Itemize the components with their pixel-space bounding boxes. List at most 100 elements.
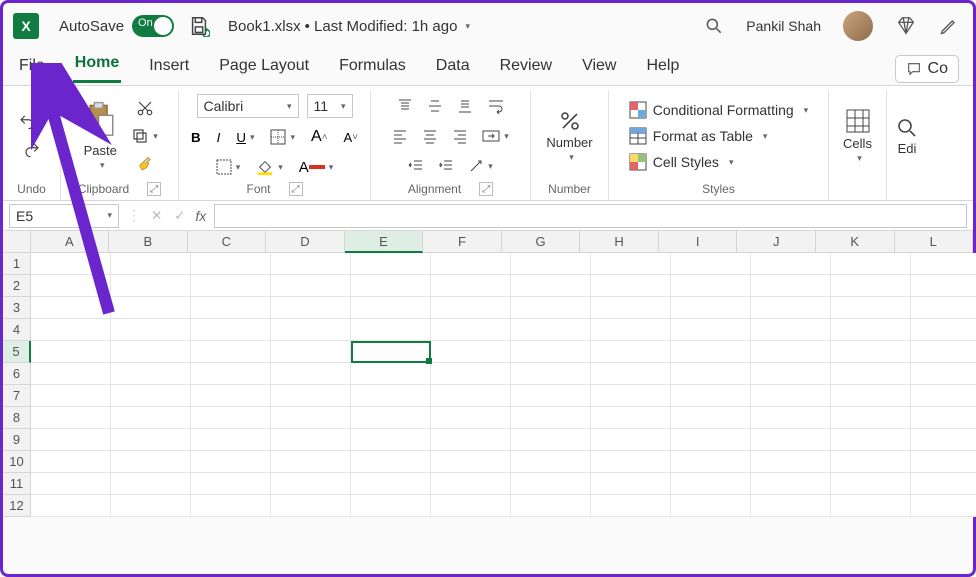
cell[interactable]: [831, 319, 911, 341]
document-title[interactable]: Book1.xlsx • Last Modified: 1h ago ▾: [228, 18, 470, 35]
cell[interactable]: [671, 253, 751, 275]
font-launcher-icon[interactable]: ⤢: [289, 182, 303, 196]
cell[interactable]: [31, 275, 111, 297]
bold-button[interactable]: B: [189, 128, 203, 147]
cell[interactable]: [591, 451, 671, 473]
save-icon[interactable]: [188, 15, 210, 37]
cell[interactable]: [751, 429, 831, 451]
row-header[interactable]: 5: [3, 341, 31, 363]
cell[interactable]: [591, 275, 671, 297]
cell[interactable]: [511, 473, 591, 495]
cell[interactable]: [911, 451, 976, 473]
tab-help[interactable]: Help: [644, 53, 681, 83]
editing-button[interactable]: Edi: [892, 115, 922, 158]
cell[interactable]: [591, 341, 671, 363]
cell[interactable]: [671, 473, 751, 495]
cell[interactable]: [191, 363, 271, 385]
cell[interactable]: [191, 297, 271, 319]
toggle-switch-icon[interactable]: On: [132, 15, 174, 37]
row-header[interactable]: 8: [3, 407, 31, 429]
alignment-launcher-icon[interactable]: ⤢: [479, 182, 493, 196]
cell[interactable]: [511, 407, 591, 429]
cell[interactable]: [591, 495, 671, 517]
cell[interactable]: [511, 451, 591, 473]
merge-button[interactable]: ▾: [480, 126, 511, 146]
cell[interactable]: [751, 407, 831, 429]
increase-indent-button[interactable]: [436, 156, 456, 176]
row-header[interactable]: 7: [3, 385, 31, 407]
row-header[interactable]: 10: [3, 451, 31, 473]
column-header[interactable]: E: [345, 231, 424, 253]
cell[interactable]: [671, 341, 751, 363]
cell[interactable]: [111, 495, 191, 517]
cell[interactable]: [431, 297, 511, 319]
cell[interactable]: [911, 341, 976, 363]
cell[interactable]: [911, 407, 976, 429]
cell[interactable]: [271, 297, 351, 319]
row-header[interactable]: 4: [3, 319, 31, 341]
cell[interactable]: [351, 407, 431, 429]
cell[interactable]: [511, 341, 591, 363]
clipboard-launcher-icon[interactable]: ⤢: [147, 182, 161, 196]
cell[interactable]: [751, 319, 831, 341]
cell[interactable]: [831, 385, 911, 407]
cut-button[interactable]: [134, 97, 156, 119]
cell[interactable]: [671, 407, 751, 429]
cell[interactable]: [911, 429, 976, 451]
align-left-button[interactable]: [390, 126, 410, 146]
cell[interactable]: [671, 429, 751, 451]
cell[interactable]: [671, 451, 751, 473]
cell[interactable]: [351, 253, 431, 275]
tab-data[interactable]: Data: [434, 53, 472, 83]
column-header[interactable]: F: [423, 231, 502, 253]
cell[interactable]: [351, 319, 431, 341]
column-header[interactable]: D: [266, 231, 345, 253]
cell[interactable]: [111, 297, 191, 319]
cell[interactable]: [671, 363, 751, 385]
cell[interactable]: [31, 363, 111, 385]
italic-button[interactable]: I: [215, 128, 223, 147]
cell[interactable]: [671, 319, 751, 341]
tab-file[interactable]: File: [17, 53, 47, 83]
font-name-select[interactable]: Calibri▾: [197, 94, 299, 118]
cell[interactable]: [831, 341, 911, 363]
cell[interactable]: [271, 319, 351, 341]
cell[interactable]: [751, 297, 831, 319]
align-right-button[interactable]: [450, 126, 470, 146]
diamond-icon[interactable]: [895, 15, 917, 37]
cell[interactable]: [911, 385, 976, 407]
cell[interactable]: [591, 385, 671, 407]
orientation-button[interactable]: ▾: [466, 156, 495, 176]
cell[interactable]: [751, 451, 831, 473]
row-header[interactable]: 9: [3, 429, 31, 451]
cell[interactable]: [431, 341, 511, 363]
undo-button[interactable]: ▾: [14, 111, 49, 133]
cell[interactable]: [111, 319, 191, 341]
row-header[interactable]: 6: [3, 363, 31, 385]
tab-view[interactable]: View: [580, 53, 618, 83]
cell[interactable]: [271, 473, 351, 495]
formula-input[interactable]: [214, 204, 967, 228]
cell[interactable]: [591, 363, 671, 385]
cell[interactable]: [831, 495, 911, 517]
wrap-text-button[interactable]: [485, 96, 507, 116]
cell[interactable]: [751, 253, 831, 275]
cell[interactable]: [351, 275, 431, 297]
cell[interactable]: [431, 275, 511, 297]
column-header[interactable]: H: [580, 231, 659, 253]
decrease-indent-button[interactable]: [406, 156, 426, 176]
underline-button[interactable]: U▾: [234, 128, 256, 147]
cell[interactable]: [431, 473, 511, 495]
cell[interactable]: [31, 473, 111, 495]
cells-button[interactable]: Cells ▾: [839, 106, 876, 166]
cell[interactable]: [751, 341, 831, 363]
cell[interactable]: [191, 451, 271, 473]
enter-formula-button[interactable]: ✓: [172, 206, 187, 226]
align-middle-button[interactable]: [425, 96, 445, 116]
cell[interactable]: [671, 495, 751, 517]
tab-formulas[interactable]: Formulas: [337, 53, 408, 83]
cell[interactable]: [431, 495, 511, 517]
cell[interactable]: [511, 253, 591, 275]
row-header[interactable]: 12: [3, 495, 31, 517]
cell[interactable]: [351, 385, 431, 407]
